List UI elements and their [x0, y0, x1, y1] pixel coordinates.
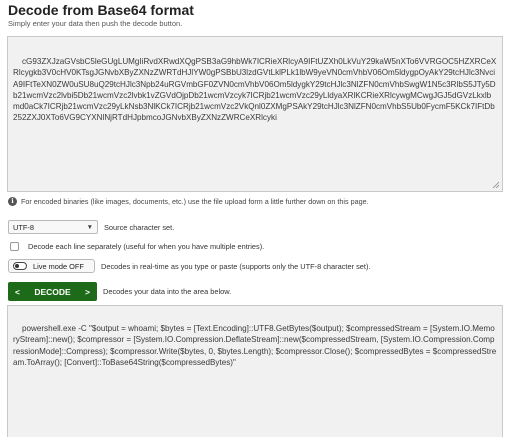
lines-option-label: Decode each line separately (useful for …: [28, 242, 265, 251]
charset-selected: UTF-8: [13, 222, 34, 232]
live-mode-row: Live mode OFF Decodes in real-time as yo…: [8, 259, 370, 273]
decoded-output[interactable]: powershell.exe -C "$output = whoami; $by…: [7, 305, 503, 437]
info-note: i For encoded binaries (like images, doc…: [8, 197, 369, 206]
live-mode-label: Decodes in real-time as you type or past…: [101, 261, 371, 271]
charset-label: Source character set.: [104, 222, 175, 232]
page: Decode from Base64 format Simply enter y…: [0, 0, 512, 437]
live-mode-toggle[interactable]: Live mode OFF: [8, 259, 95, 273]
decode-row: < DECODE > Decodes your data into the ar…: [8, 282, 231, 301]
lines-option-checkbox[interactable]: [10, 242, 19, 251]
base64-input[interactable]: cG93ZXJzaGVsbC5leGUgLUMgIiRvdXRwdXQgPSB3…: [7, 36, 503, 192]
info-icon: i: [8, 197, 17, 206]
lines-option-row: Decode each line separately (useful for …: [8, 242, 264, 251]
chevron-right-icon: >: [85, 286, 90, 297]
chevron-left-icon: <: [15, 286, 20, 297]
live-mode-button-label: Live mode OFF: [33, 261, 84, 271]
decode-button[interactable]: < DECODE >: [8, 282, 97, 301]
charset-select[interactable]: UTF-8 ▼: [8, 220, 98, 234]
charset-row: UTF-8 ▼ Source character set.: [8, 220, 174, 234]
info-text: For encoded binaries (like images, docum…: [21, 197, 369, 206]
page-subtitle: Simply enter your data then push the dec…: [8, 19, 183, 28]
page-title: Decode from Base64 format: [8, 2, 194, 18]
resize-grip-icon[interactable]: [492, 181, 500, 189]
chevron-down-icon: ▼: [86, 223, 93, 231]
decoded-output-text: powershell.exe -C "$output = whoami; $by…: [13, 324, 497, 367]
decode-label: Decodes your data into the area below.: [103, 287, 232, 296]
decode-button-label: DECODE: [34, 286, 71, 297]
toggle-icon: [13, 262, 27, 270]
base64-input-text: cG93ZXJzaGVsbC5leGUgLUMgIiRvdXRwdXQgPSB3…: [13, 57, 497, 123]
